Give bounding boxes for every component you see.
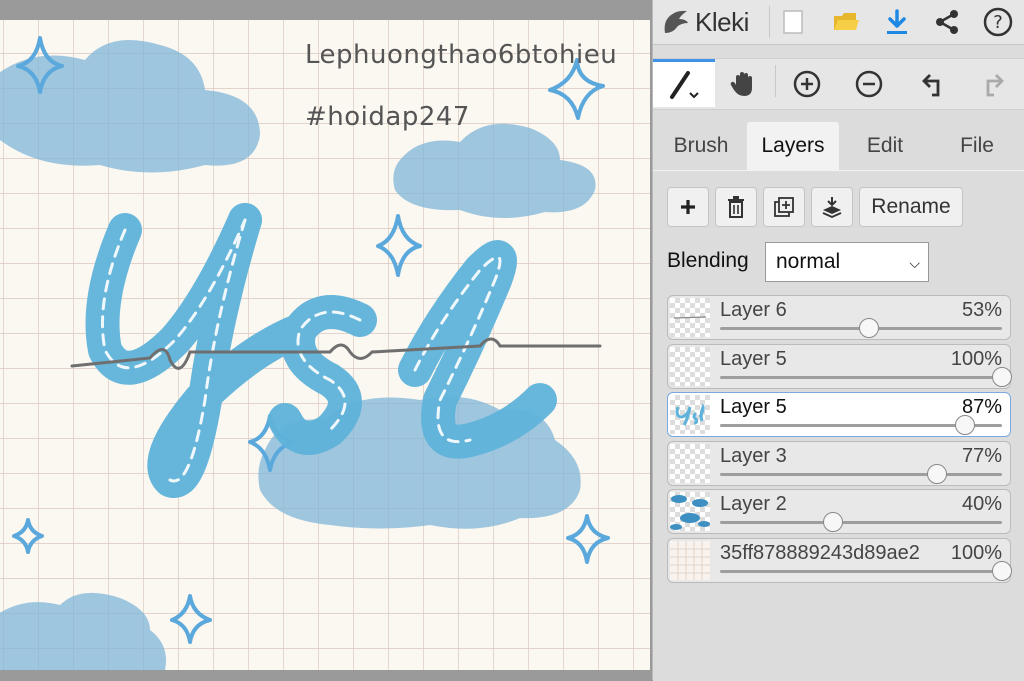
layer-thumbnail (670, 444, 710, 483)
blending-select[interactable]: normal ⌵ (765, 242, 929, 282)
opacity-slider-track[interactable] (720, 367, 1012, 387)
hand-tool-icon (730, 72, 752, 96)
open-file-button[interactable] (828, 4, 864, 40)
app-logo[interactable]: Kleki (661, 4, 749, 40)
layer-row[interactable]: Layer 5 100% (667, 344, 1012, 389)
opacity-slider-track[interactable] (720, 512, 1002, 532)
layer-row[interactable]: Layer 6 53% (667, 295, 1011, 340)
share-button[interactable] (929, 4, 965, 40)
panel-tabs: Brush Layers Edit File (653, 122, 1024, 170)
layer-name: Layer 5 (720, 348, 787, 370)
tab-brush[interactable]: Brush (657, 122, 745, 170)
opacity-slider-track[interactable] (720, 464, 1002, 484)
layer-name: Layer 2 (720, 493, 787, 515)
share-icon (936, 10, 958, 34)
redo-icon (986, 74, 1004, 97)
new-image-icon (783, 10, 803, 34)
duplicate-layer-button[interactable] (763, 187, 805, 227)
layer-row[interactable]: Layer 2 40% (667, 489, 1011, 534)
opacity-slider-handle[interactable] (992, 561, 1012, 581)
layers-panel: Rename Blending normal ⌵ Layer 6 53% Lay… (653, 170, 1024, 681)
opacity-slider-handle[interactable] (927, 464, 948, 484)
opacity-slider-track[interactable] (720, 415, 1002, 435)
merge-down-icon (822, 197, 842, 218)
download-icon (887, 9, 907, 34)
new-image-button[interactable] (775, 4, 811, 40)
undo-button[interactable] (907, 61, 959, 107)
chevron-down-icon: ⌵ (909, 255, 920, 271)
opacity-slider-handle[interactable] (992, 367, 1012, 387)
zoom-out-button[interactable] (843, 61, 895, 107)
download-button[interactable] (879, 4, 915, 40)
layer-thumbnail (670, 298, 710, 337)
opacity-slider-handle[interactable] (859, 318, 880, 338)
layer-name: Layer 5 (720, 396, 787, 418)
layer-opacity: 53% (961, 299, 1002, 321)
tab-file[interactable]: File (933, 122, 1021, 170)
zoom-out-icon (855, 70, 883, 98)
open-folder-icon (834, 13, 859, 30)
delete-layer-button[interactable] (715, 187, 757, 227)
tab-layers[interactable]: Layers (747, 122, 839, 170)
layer-row[interactable]: 35ff878889243d89ae2 100% (667, 538, 1012, 583)
kleki-logo-icon (664, 10, 688, 33)
tool-bar (653, 58, 1024, 110)
canvas-text-username: Lephuongthao6btohieu (305, 40, 618, 70)
trash-icon (728, 196, 744, 218)
canvas-area[interactable]: Lephuongthao6btohieu #hoidap247 (0, 0, 652, 680)
brush-tool-button[interactable] (653, 59, 715, 107)
zoom-in-button[interactable] (781, 61, 833, 107)
layer-opacity: 100% (950, 348, 1002, 370)
app-name: Kleki (695, 6, 749, 37)
help-icon: ? (983, 7, 1013, 37)
layer-opacity: 100% (948, 542, 1002, 565)
opacity-slider-track[interactable] (720, 561, 1012, 581)
merge-layer-button[interactable] (811, 187, 853, 227)
redo-button[interactable] (967, 61, 1019, 107)
zoom-in-icon (793, 70, 821, 98)
layer-thumbnail (670, 395, 710, 434)
brush-tool-icon (670, 70, 699, 99)
tab-edit[interactable]: Edit (841, 122, 929, 170)
duplicate-icon (774, 197, 794, 217)
opacity-slider-handle[interactable] (822, 512, 843, 532)
layer-row-selected[interactable]: Layer 5 87% (667, 392, 1011, 437)
blending-label: Blending (667, 249, 749, 272)
layer-row[interactable]: Layer 3 77% (667, 441, 1011, 486)
top-bar: Kleki ? (653, 0, 1024, 45)
plus-icon (681, 200, 695, 214)
layer-name: Layer 6 (720, 299, 787, 321)
undo-icon (922, 74, 940, 97)
canvas-text-hashtag: #hoidap247 (305, 102, 470, 132)
help-button[interactable]: ? (980, 4, 1016, 40)
drawing-canvas[interactable]: Lephuongthao6btohieu #hoidap247 (0, 20, 650, 670)
blending-value: normal (776, 250, 841, 273)
svg-text:?: ? (993, 12, 1003, 33)
layer-opacity: 77% (961, 445, 1002, 467)
hand-tool-button[interactable] (717, 61, 769, 107)
rename-layer-button[interactable]: Rename (859, 187, 963, 227)
opacity-slider-track[interactable] (720, 318, 1002, 338)
layer-thumbnail (670, 541, 710, 580)
side-panel: Kleki ? Brush Layers Edit File Rename Bl… (652, 0, 1024, 681)
layer-name: 35ff878889243d89ae2 (720, 542, 920, 564)
layer-name: Layer 3 (720, 445, 787, 467)
layer-thumbnail (670, 492, 710, 531)
layer-opacity: 40% (961, 493, 1002, 515)
opacity-slider-handle[interactable] (955, 415, 976, 435)
layer-thumbnail (670, 347, 710, 386)
add-layer-button[interactable] (667, 187, 709, 227)
